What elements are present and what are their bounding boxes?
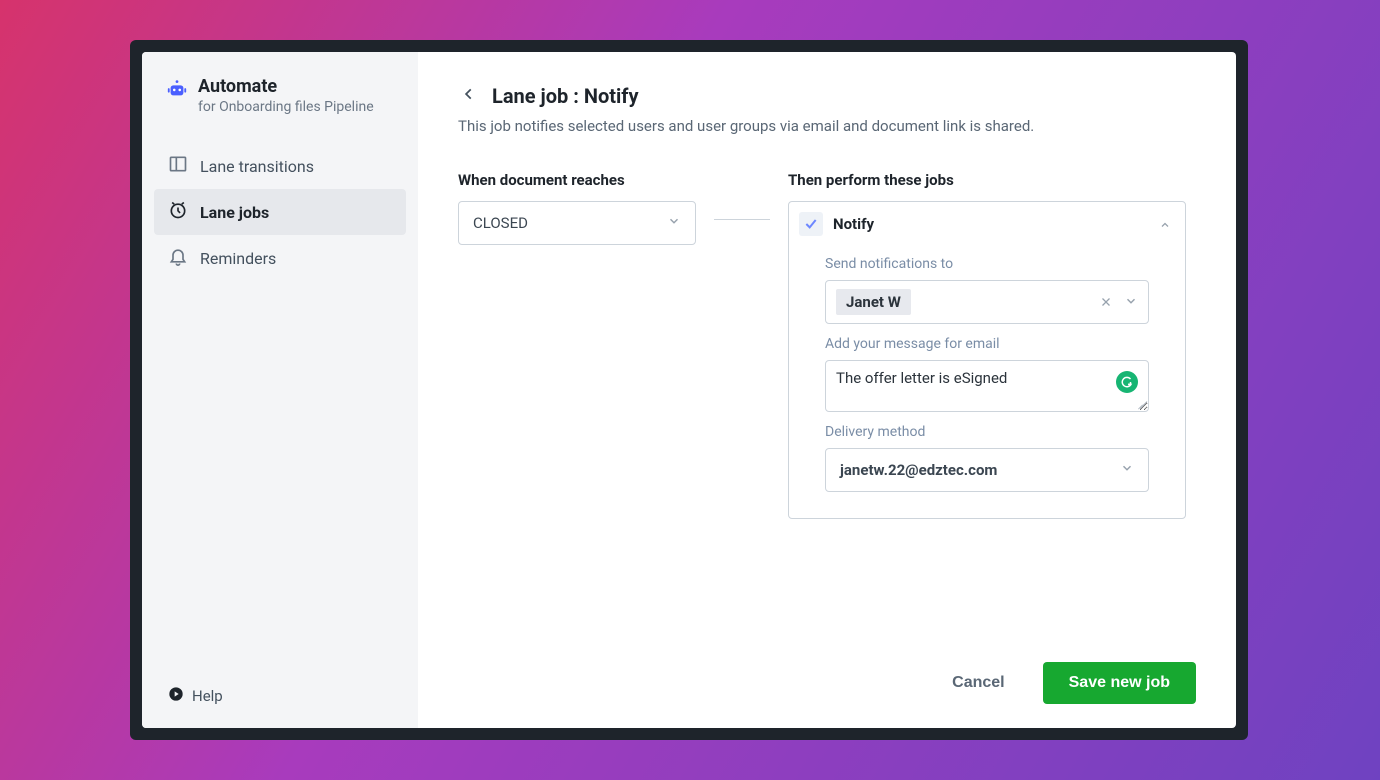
clock-icon [168,200,188,224]
layout-icon [168,154,188,178]
check-icon [799,212,823,236]
footer: Cancel Save new job [458,642,1196,704]
sidebar-subtitle: for Onboarding files Pipeline [198,99,374,115]
delivery-label: Delivery method [825,424,1149,440]
recipient-tag: Janet W [836,289,911,315]
back-button[interactable] [458,82,480,109]
chevron-down-icon [1120,461,1134,479]
chevron-down-icon [1124,293,1138,312]
sidebar-item-reminders[interactable]: Reminders [154,235,406,281]
page-description: This job notifies selected users and use… [458,117,1196,135]
sidebar-item-label: Lane transitions [200,157,314,176]
page-title: Lane job : Notify [492,84,639,108]
chevron-down-icon [667,214,681,232]
message-textarea[interactable]: The offer letter is eSigned [836,369,1138,387]
job-body: Send notifications to Janet W Add [789,246,1185,518]
delivery-select[interactable]: janetw.22@edztec.com [825,448,1149,492]
chevron-up-icon [1159,215,1171,234]
sidebar-item-label: Reminders [200,249,276,268]
job-name: Notify [833,215,874,233]
message-label: Add your message for email [825,336,1149,352]
automate-modal: Automate for Onboarding files Pipeline L… [142,52,1236,728]
sidebar-item-label: Lane jobs [200,203,269,222]
when-label: When document reaches [458,171,696,189]
connector-line [714,219,770,220]
grammarly-icon[interactable] [1116,371,1138,393]
help-link[interactable]: Help [154,680,406,712]
sidebar-item-lane-jobs[interactable]: Lane jobs [154,189,406,235]
robot-icon [166,78,188,104]
delivery-value: janetw.22@edztec.com [840,461,997,479]
recipients-label: Send notifications to [825,256,1149,272]
job-card: Notify Send notifications to Janet W [788,201,1186,519]
recipients-select[interactable]: Janet W [825,280,1149,324]
sidebar-nav: Lane transitions Lane jobs Reminders [154,143,406,281]
then-label: Then perform these jobs [788,171,1186,189]
sidebar: Automate for Onboarding files Pipeline L… [142,52,418,728]
sidebar-header: Automate for Onboarding files Pipeline [154,76,406,133]
bell-icon [168,246,188,270]
sidebar-item-lane-transitions[interactable]: Lane transitions [154,143,406,189]
lane-select-value: CLOSED [473,214,528,232]
clear-icon[interactable] [1096,289,1116,316]
app-window: Automate for Onboarding files Pipeline L… [130,40,1248,740]
connector [696,171,788,519]
sidebar-title: Automate [198,76,374,97]
play-circle-icon [168,686,184,706]
config-row: When document reaches CLOSED Then perfor… [458,171,1196,519]
main-content: Lane job : Notify This job notifies sele… [418,52,1236,728]
save-button[interactable]: Save new job [1043,662,1196,704]
lane-select[interactable]: CLOSED [458,201,696,245]
job-card-header[interactable]: Notify [789,202,1185,246]
resize-handle[interactable] [1136,399,1146,409]
cancel-button[interactable]: Cancel [942,666,1014,700]
message-textarea-wrap: The offer letter is eSigned [825,360,1149,412]
help-label: Help [192,687,223,705]
